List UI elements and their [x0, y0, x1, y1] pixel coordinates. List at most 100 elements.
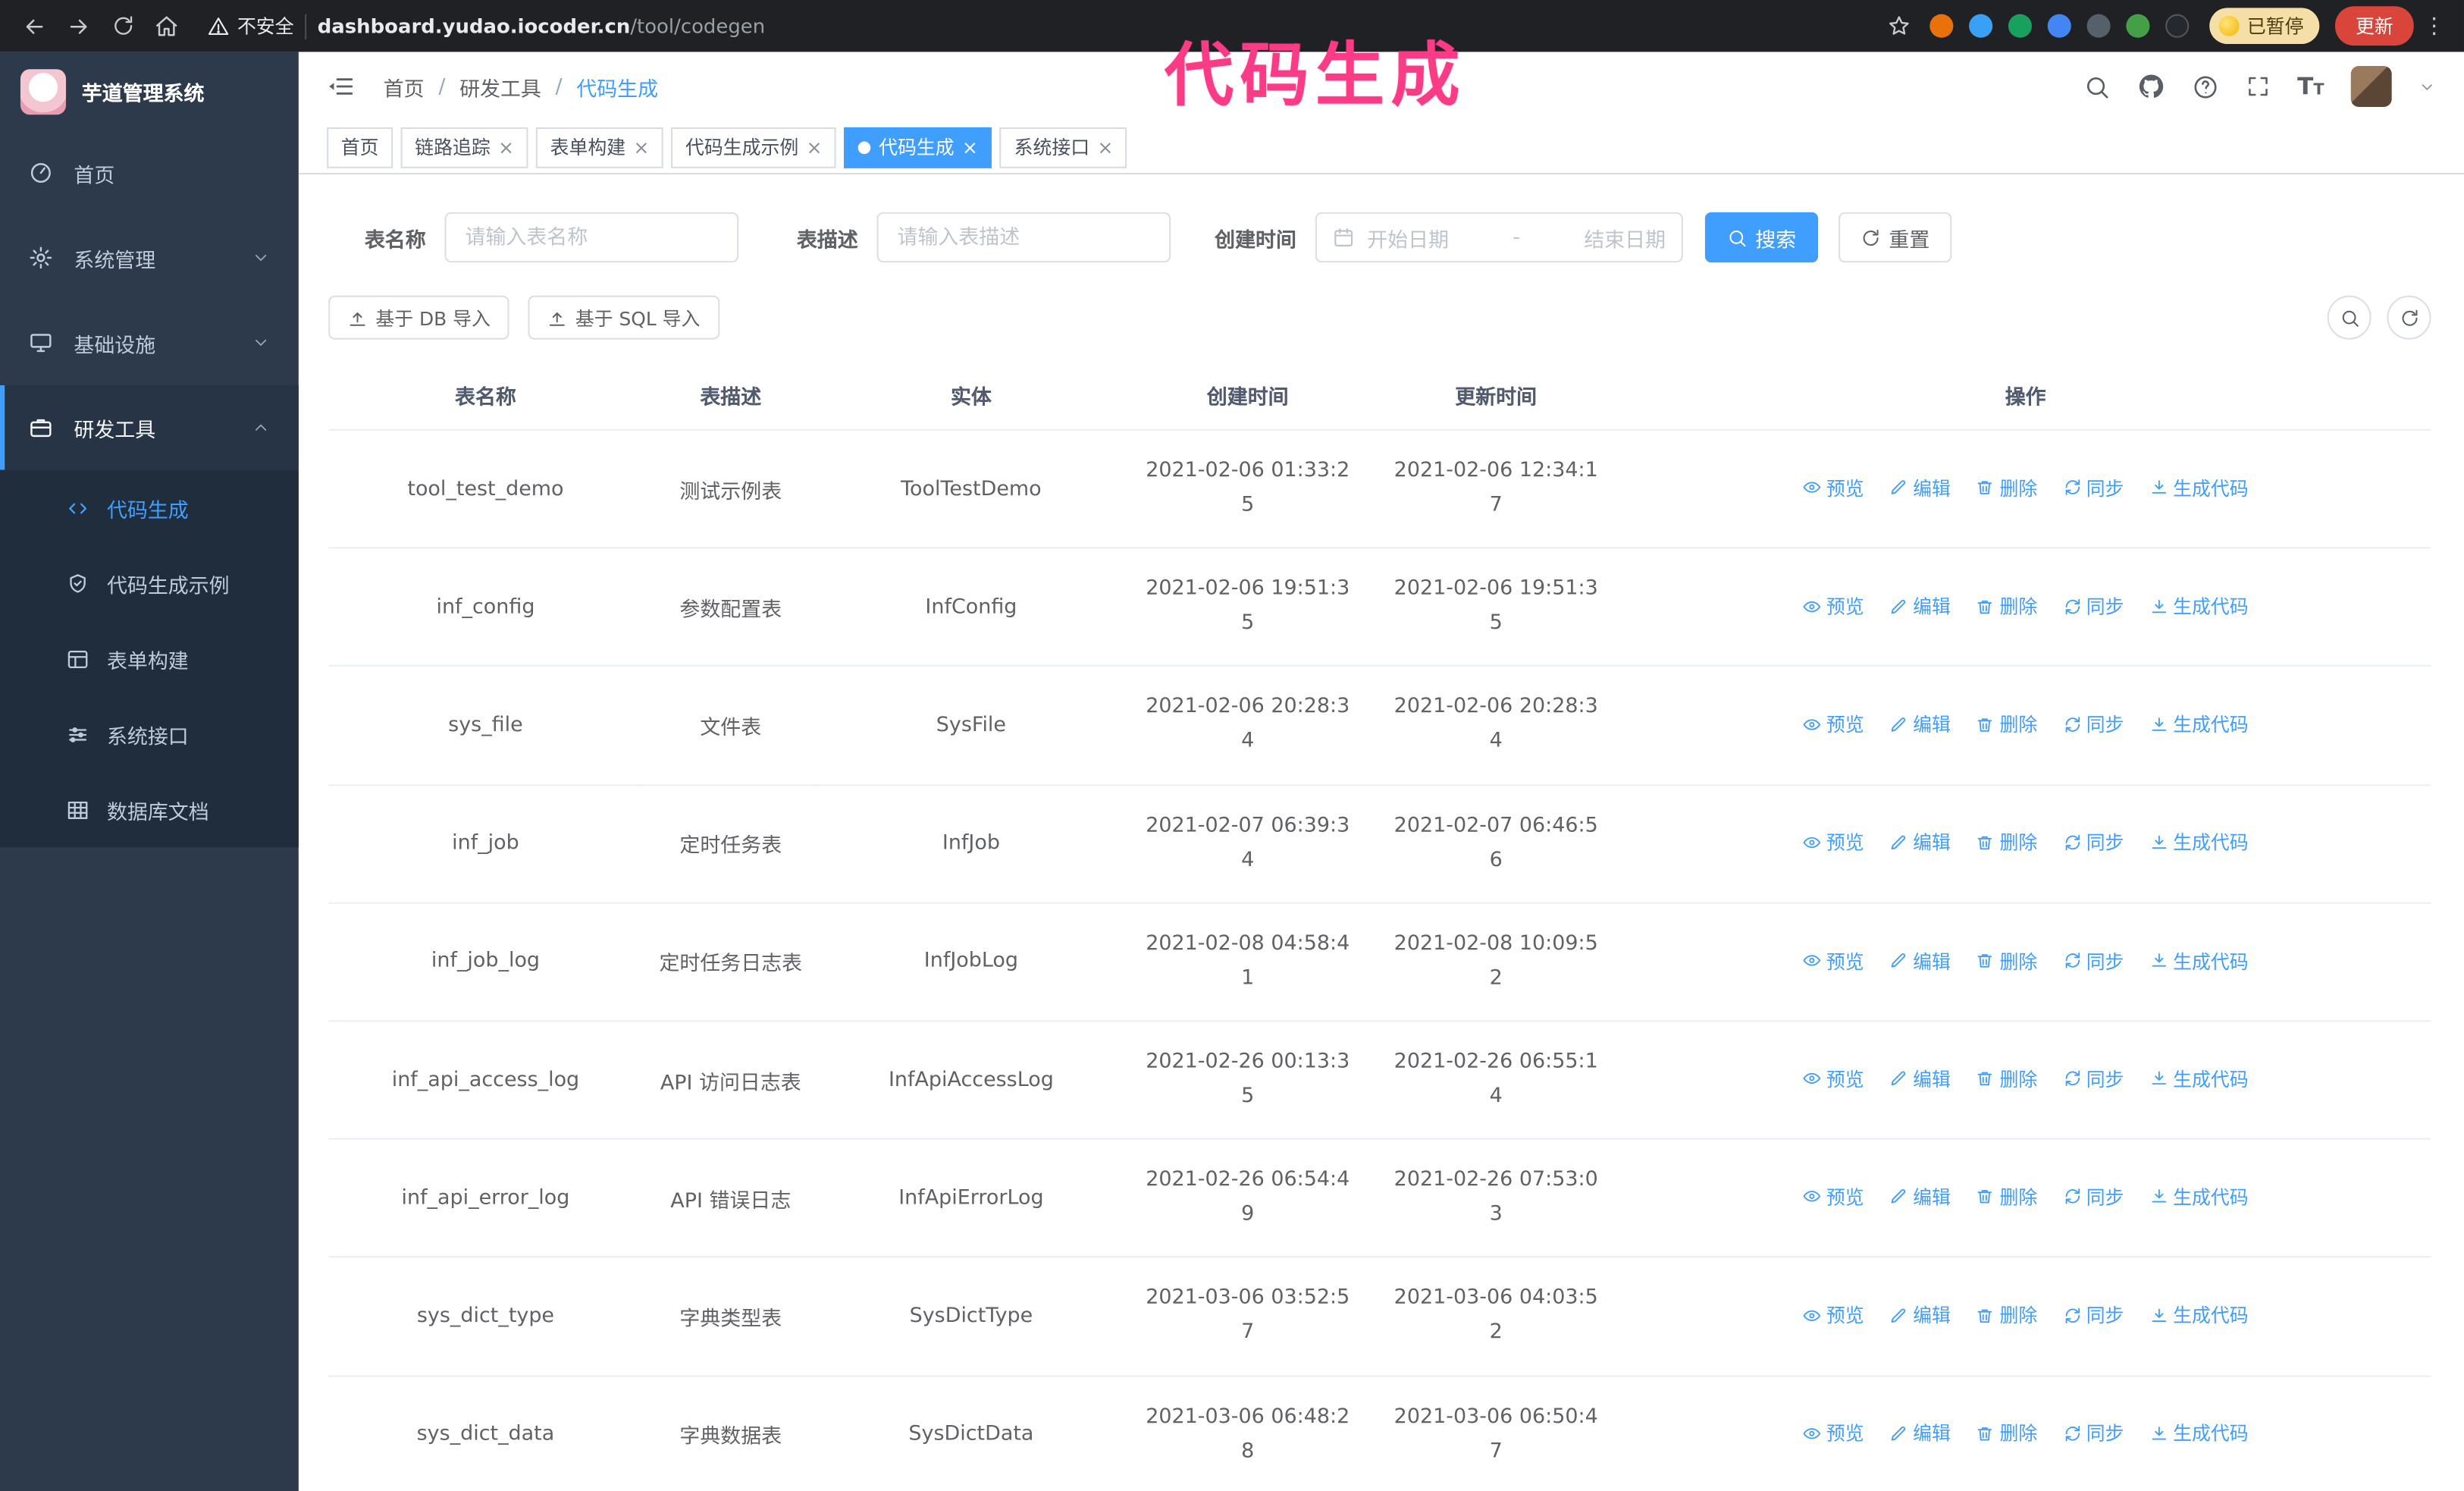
preview-link[interactable]: 预览 — [1803, 592, 1864, 619]
sidebar-item-codegen[interactable]: 代码生成 — [0, 470, 299, 545]
extension-icon[interactable] — [2165, 14, 2190, 38]
sidebar-item-infrastructure[interactable]: 基础设施 — [0, 300, 299, 385]
delete-link[interactable]: 删除 — [1976, 1066, 2037, 1092]
extension-icon[interactable] — [2047, 14, 2071, 38]
sidebar-item-system[interactable]: 系统管理 — [0, 215, 299, 300]
sync-link[interactable]: 同步 — [2063, 1066, 2124, 1092]
reset-button[interactable]: 重置 — [1839, 212, 1952, 263]
generate-code-link[interactable]: 生成代码 — [2149, 592, 2249, 619]
sidebar-fold-icon[interactable] — [327, 72, 355, 100]
font-size-icon[interactable]: TT — [2297, 74, 2324, 98]
forward-button[interactable] — [60, 7, 98, 45]
generate-code-link[interactable]: 生成代码 — [2149, 1066, 2249, 1092]
edit-link[interactable]: 编辑 — [1889, 1184, 1951, 1210]
delete-link[interactable]: 删除 — [1976, 711, 2037, 737]
tab-trace[interactable]: 链路追踪 × — [400, 126, 528, 168]
edit-link[interactable]: 编辑 — [1889, 1302, 1951, 1329]
sidebar-item-db-doc[interactable]: 数据库文档 — [0, 772, 299, 847]
sync-link[interactable]: 同步 — [2063, 475, 2124, 501]
tab-home[interactable]: 首页 — [327, 126, 393, 168]
extension-icon[interactable] — [2008, 14, 2032, 38]
sidebar-item-devtools[interactable]: 研发工具 — [0, 385, 299, 470]
breadcrumb-item-home[interactable]: 首页 — [384, 71, 425, 102]
back-button[interactable] — [16, 7, 54, 45]
preview-link[interactable]: 预览 — [1803, 947, 1864, 974]
update-button[interactable]: 更新 — [2334, 6, 2414, 46]
github-icon[interactable] — [2137, 72, 2165, 100]
preview-link[interactable]: 预览 — [1803, 829, 1864, 855]
edit-link[interactable]: 编辑 — [1889, 1420, 1951, 1446]
help-icon[interactable] — [2192, 73, 2218, 99]
delete-link[interactable]: 删除 — [1976, 1420, 2037, 1446]
refresh-button[interactable] — [2387, 295, 2431, 340]
edit-link[interactable]: 编辑 — [1889, 947, 1951, 974]
close-icon[interactable]: × — [498, 137, 514, 156]
sync-link[interactable]: 同步 — [2063, 947, 2124, 974]
sync-link[interactable]: 同步 — [2063, 1420, 2124, 1446]
search-button[interactable]: 搜索 — [1704, 212, 1819, 263]
edit-link[interactable]: 编辑 — [1889, 711, 1951, 737]
edit-link[interactable]: 编辑 — [1889, 829, 1951, 855]
extension-icon[interactable] — [2086, 14, 2111, 38]
user-avatar[interactable] — [2350, 66, 2392, 107]
delete-link[interactable]: 删除 — [1976, 947, 2037, 974]
tab-api[interactable]: 系统接口 × — [999, 126, 1127, 168]
extension-icon[interactable] — [2126, 14, 2150, 38]
delete-link[interactable]: 删除 — [1976, 1184, 2037, 1210]
search-icon[interactable] — [2083, 73, 2110, 99]
generate-code-link[interactable]: 生成代码 — [2149, 1184, 2249, 1210]
delete-link[interactable]: 删除 — [1976, 592, 2037, 619]
delete-link[interactable]: 删除 — [1976, 829, 2037, 855]
table-desc-input[interactable] — [876, 212, 1171, 263]
close-icon[interactable]: × — [962, 137, 978, 156]
sync-link[interactable]: 同步 — [2063, 1302, 2124, 1329]
edit-link[interactable]: 编辑 — [1889, 592, 1951, 619]
sync-link[interactable]: 同步 — [2063, 829, 2124, 855]
close-icon[interactable]: × — [1097, 137, 1113, 156]
sync-link[interactable]: 同步 — [2063, 1184, 2124, 1210]
date-range-input[interactable]: 开始日期 - 结束日期 — [1315, 212, 1683, 263]
import-sql-button[interactable]: 基于 SQL 导入 — [528, 295, 719, 340]
tab-codegen-example[interactable]: 代码生成示例 × — [671, 126, 837, 168]
breadcrumb-item-devtools[interactable]: 研发工具 — [459, 71, 541, 102]
address-bar[interactable]: 不安全 dashboard.yudao.iocoder.cn/tool/code… — [208, 13, 1875, 39]
home-button[interactable] — [148, 7, 186, 45]
delete-link[interactable]: 删除 — [1976, 475, 2037, 501]
close-icon[interactable]: × — [807, 137, 823, 156]
sync-link[interactable]: 同步 — [2063, 592, 2124, 619]
paused-badge[interactable]: 已暂停 — [2209, 8, 2320, 45]
delete-link[interactable]: 删除 — [1976, 1302, 2037, 1329]
search-toggle-button[interactable] — [2327, 295, 2372, 340]
preview-link[interactable]: 预览 — [1803, 1420, 1864, 1446]
sidebar-item-api[interactable]: 系统接口 — [0, 696, 299, 771]
sync-link[interactable]: 同步 — [2063, 711, 2124, 737]
close-icon[interactable]: × — [634, 137, 650, 156]
table-name-input[interactable] — [444, 212, 739, 263]
bookmark-star-icon[interactable] — [1881, 7, 1919, 45]
reload-button[interactable] — [104, 7, 142, 45]
extension-icon[interactable] — [1969, 14, 1993, 38]
generate-code-link[interactable]: 生成代码 — [2149, 1302, 2249, 1329]
sidebar-item-codegen-example[interactable]: 代码生成示例 — [0, 545, 299, 620]
generate-code-link[interactable]: 生成代码 — [2149, 711, 2249, 737]
import-db-button[interactable]: 基于 DB 导入 — [328, 295, 509, 340]
generate-code-link[interactable]: 生成代码 — [2149, 947, 2249, 974]
generate-code-link[interactable]: 生成代码 — [2149, 1420, 2249, 1446]
preview-link[interactable]: 预览 — [1803, 711, 1864, 737]
generate-code-link[interactable]: 生成代码 — [2149, 475, 2249, 501]
generate-code-link[interactable]: 生成代码 — [2149, 829, 2249, 855]
sidebar-item-form-builder[interactable]: 表单构建 — [0, 621, 299, 696]
preview-link[interactable]: 预览 — [1803, 475, 1864, 501]
fullscreen-icon[interactable] — [2246, 74, 2271, 99]
caret-down-icon[interactable] — [2419, 78, 2436, 96]
preview-link[interactable]: 预览 — [1803, 1066, 1864, 1092]
tab-codegen[interactable]: 代码生成 × — [844, 126, 992, 168]
app-logo[interactable]: 芋道管理系统 — [0, 52, 299, 130]
extension-icon[interactable] — [1930, 14, 1954, 38]
edit-link[interactable]: 编辑 — [1889, 1066, 1951, 1092]
browser-menu-icon[interactable]: ⋮ — [2420, 14, 2448, 39]
preview-link[interactable]: 预览 — [1803, 1184, 1864, 1210]
edit-link[interactable]: 编辑 — [1889, 475, 1951, 501]
tab-form-builder[interactable]: 表单构建 × — [535, 126, 664, 168]
sidebar-item-home[interactable]: 首页 — [0, 130, 299, 215]
